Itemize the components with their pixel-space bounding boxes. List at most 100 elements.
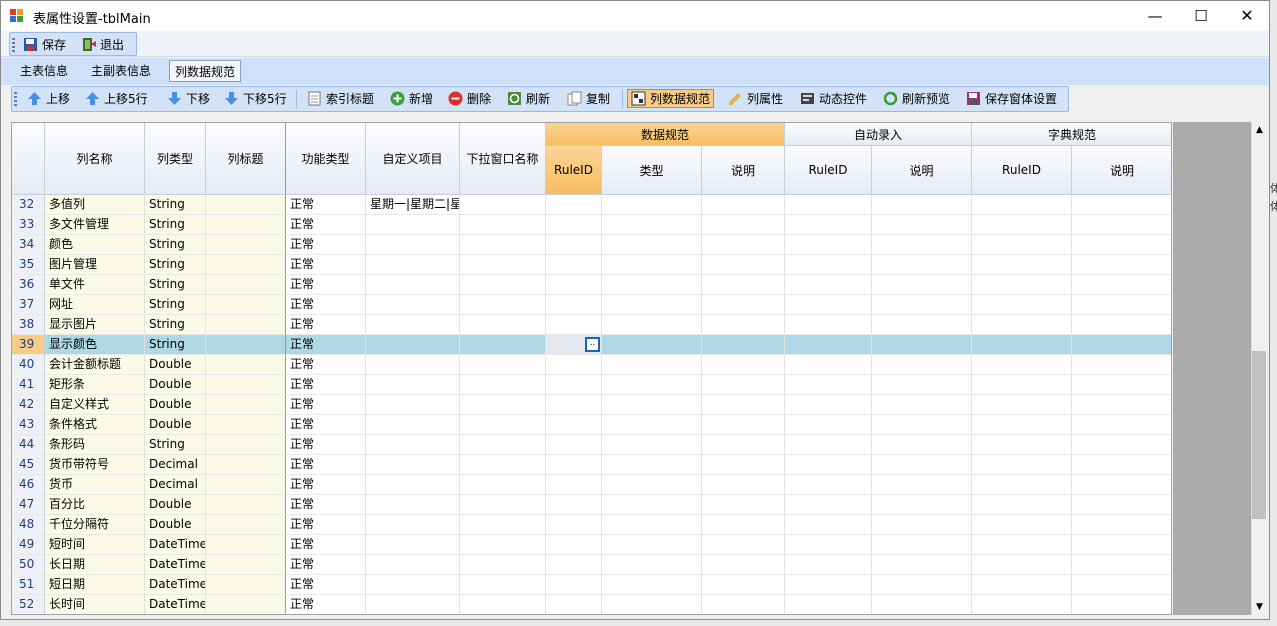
col-title-cell[interactable] <box>206 495 286 515</box>
dict-spec-ruleid-cell[interactable] <box>972 595 1072 614</box>
func-type-cell[interactable]: 正常 <box>286 275 366 295</box>
col-type-cell[interactable]: String <box>145 255 206 275</box>
func-type-cell[interactable]: 正常 <box>286 595 366 614</box>
add-button[interactable]: 新增 <box>387 89 436 108</box>
data-spec-type-cell[interactable] <box>602 495 702 515</box>
dict-spec-desc-cell[interactable] <box>1072 415 1171 435</box>
dict-spec-desc-cell[interactable] <box>1072 195 1171 215</box>
col-title-cell[interactable] <box>206 515 286 535</box>
dict-spec-ruleid-cell[interactable] <box>972 295 1072 315</box>
row-number-cell[interactable]: 48 <box>12 515 45 535</box>
move-up-5-button[interactable]: 上移5行 <box>82 89 151 108</box>
row-number-cell[interactable]: 44 <box>12 435 45 455</box>
data-spec-ruleid-cell[interactable] <box>546 295 602 315</box>
func-type-cell[interactable]: 正常 <box>286 295 366 315</box>
row-number-cell[interactable]: 50 <box>12 555 45 575</box>
header-func-type[interactable]: 功能类型 <box>286 123 366 195</box>
header-auto-entry-ruleid[interactable]: RuleID <box>785 146 872 195</box>
func-type-cell[interactable]: 正常 <box>286 435 366 455</box>
col-name-cell[interactable]: 千位分隔符 <box>45 515 145 535</box>
row-number-cell[interactable]: 49 <box>12 535 45 555</box>
dict-spec-desc-cell[interactable] <box>1072 515 1171 535</box>
row-number-cell[interactable]: 41 <box>12 375 45 395</box>
data-spec-desc-cell[interactable] <box>702 435 785 455</box>
dict-spec-desc-cell[interactable] <box>1072 435 1171 455</box>
table-row[interactable]: 33 多文件管理 String 正常 <box>12 215 1171 235</box>
dict-spec-desc-cell[interactable] <box>1072 375 1171 395</box>
custom-items-cell[interactable] <box>366 535 460 555</box>
col-name-cell[interactable]: 显示颜色 <box>45 335 145 355</box>
table-row[interactable]: 51 短日期 DateTime 正常 <box>12 575 1171 595</box>
col-name-cell[interactable]: 货币带符号 <box>45 455 145 475</box>
dict-spec-desc-cell[interactable] <box>1072 255 1171 275</box>
data-spec-type-cell[interactable] <box>602 215 702 235</box>
dict-spec-ruleid-cell[interactable] <box>972 435 1072 455</box>
data-spec-desc-cell[interactable] <box>702 475 785 495</box>
col-title-cell[interactable] <box>206 295 286 315</box>
auto-entry-ruleid-cell[interactable] <box>785 415 872 435</box>
col-title-cell[interactable] <box>206 195 286 215</box>
header-data-spec-type[interactable]: 类型 <box>602 146 702 195</box>
header-col-type[interactable]: 列类型 <box>145 123 206 195</box>
custom-items-cell[interactable] <box>366 475 460 495</box>
data-spec-ruleid-cell[interactable] <box>546 475 602 495</box>
dropdown-name-cell[interactable] <box>460 295 546 315</box>
col-type-cell[interactable]: Double <box>145 515 206 535</box>
auto-entry-desc-cell[interactable] <box>872 295 972 315</box>
func-type-cell[interactable]: 正常 <box>286 475 366 495</box>
data-spec-ruleid-cell[interactable] <box>546 275 602 295</box>
move-up-button[interactable]: 上移 <box>24 89 73 108</box>
data-spec-type-cell[interactable] <box>602 355 702 375</box>
dropdown-name-cell[interactable] <box>460 355 546 375</box>
auto-entry-ruleid-cell[interactable] <box>785 455 872 475</box>
func-type-cell[interactable]: 正常 <box>286 235 366 255</box>
auto-entry-desc-cell[interactable] <box>872 455 972 475</box>
dict-spec-desc-cell[interactable] <box>1072 475 1171 495</box>
table-row[interactable]: 39 显示颜色 String 正常.. <box>12 335 1171 355</box>
custom-items-cell[interactable] <box>366 575 460 595</box>
row-number-cell[interactable]: 51 <box>12 575 45 595</box>
col-type-cell[interactable]: DateTime <box>145 555 206 575</box>
auto-entry-ruleid-cell[interactable] <box>785 295 872 315</box>
dict-spec-ruleid-cell[interactable] <box>972 335 1072 355</box>
auto-entry-desc-cell[interactable] <box>872 535 972 555</box>
custom-items-cell[interactable] <box>366 495 460 515</box>
dict-spec-desc-cell[interactable] <box>1072 395 1171 415</box>
col-title-cell[interactable] <box>206 555 286 575</box>
dropdown-name-cell[interactable] <box>460 455 546 475</box>
tab-main-info[interactable]: 主表信息 <box>15 60 73 82</box>
data-spec-ruleid-cell[interactable] <box>546 575 602 595</box>
header-custom-items[interactable]: 自定义项目 <box>366 123 460 195</box>
dropdown-name-cell[interactable] <box>460 515 546 535</box>
delete-button[interactable]: 删除 <box>445 89 494 108</box>
func-type-cell[interactable]: 正常 <box>286 195 366 215</box>
col-title-cell[interactable] <box>206 475 286 495</box>
data-spec-desc-cell[interactable] <box>702 415 785 435</box>
refresh-button[interactable]: 刷新 <box>504 89 553 108</box>
col-name-cell[interactable]: 短时间 <box>45 535 145 555</box>
row-number-cell[interactable]: 39 <box>12 335 45 355</box>
func-type-cell[interactable]: 正常 <box>286 515 366 535</box>
col-name-cell[interactable]: 多文件管理 <box>45 215 145 235</box>
auto-entry-desc-cell[interactable] <box>872 195 972 215</box>
func-type-cell[interactable]: 正常 <box>286 215 366 235</box>
copy-button[interactable]: 复制 <box>564 89 613 108</box>
col-name-cell[interactable]: 短日期 <box>45 575 145 595</box>
data-spec-ruleid-cell[interactable] <box>546 315 602 335</box>
dict-spec-desc-cell[interactable] <box>1072 495 1171 515</box>
data-spec-ruleid-cell[interactable] <box>546 215 602 235</box>
table-row[interactable]: 32 多值列 String 正常 星期一|星期二|星 <box>12 195 1171 215</box>
refresh-preview-button[interactable]: 刷新预览 <box>880 89 953 108</box>
row-number-cell[interactable]: 40 <box>12 355 45 375</box>
ellipsis-button[interactable]: .. <box>585 337 600 352</box>
header-col-name[interactable]: 列名称 <box>45 123 145 195</box>
auto-entry-desc-cell[interactable] <box>872 375 972 395</box>
col-title-cell[interactable] <box>206 415 286 435</box>
data-spec-type-cell[interactable] <box>602 535 702 555</box>
col-title-cell[interactable] <box>206 435 286 455</box>
data-spec-ruleid-cell[interactable] <box>546 495 602 515</box>
dict-spec-desc-cell[interactable] <box>1072 595 1171 614</box>
data-spec-desc-cell[interactable] <box>702 315 785 335</box>
col-type-cell[interactable]: String <box>145 235 206 255</box>
auto-entry-ruleid-cell[interactable] <box>785 395 872 415</box>
